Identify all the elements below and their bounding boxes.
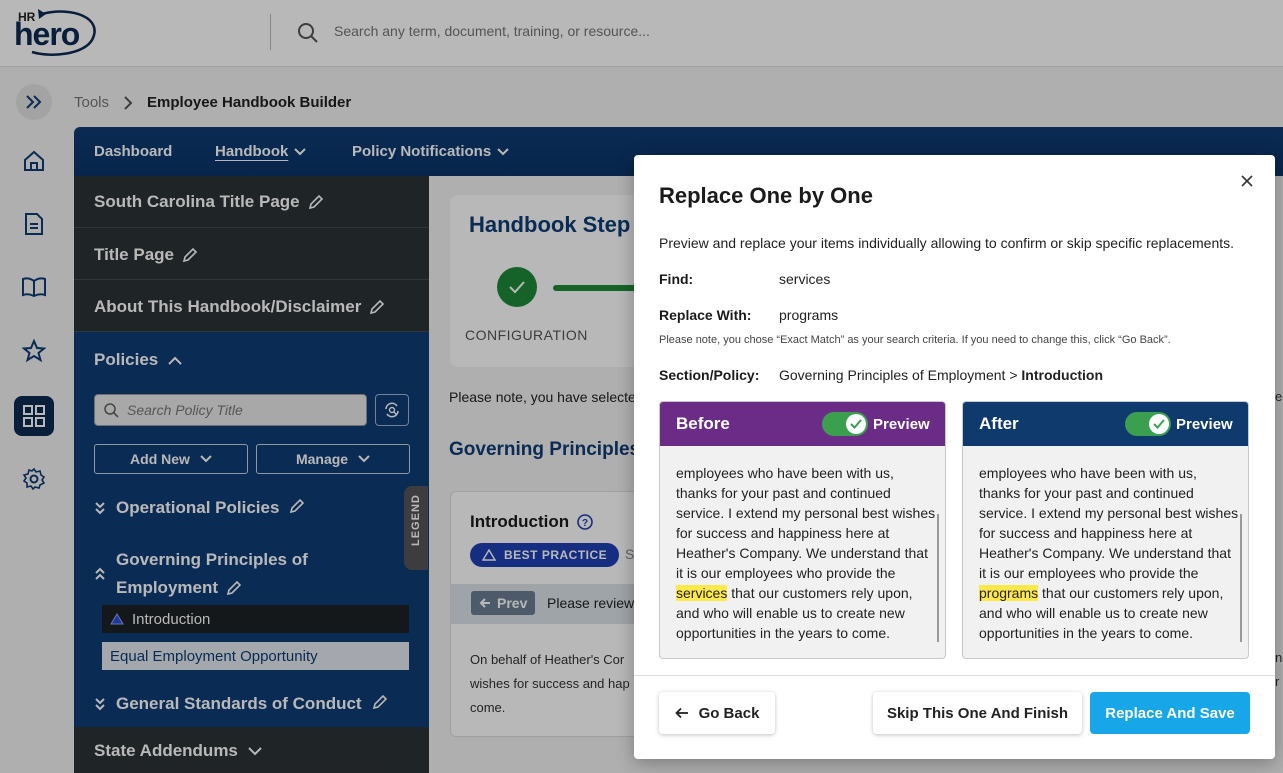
before-text-pre: employees who have been with us, thanks … — [676, 465, 936, 581]
replace-one-by-one-modal: Replace One by One Preview and replace y… — [634, 155, 1275, 759]
find-label: Find: — [659, 271, 694, 287]
before-pane-header: Before Preview — [660, 402, 945, 446]
replace-with-label: Replace With: — [659, 307, 752, 323]
modal-title: Replace One by One — [659, 183, 873, 208]
checkmark-icon — [850, 419, 862, 429]
section-leaf: Introduction — [1021, 367, 1104, 383]
find-value: services — [779, 271, 831, 287]
toggle-knob — [846, 414, 866, 434]
checkmark-icon — [1153, 419, 1165, 429]
replace-with-value: programs — [779, 307, 839, 323]
before-text: employees who have been with us, thanks … — [676, 463, 938, 643]
after-highlight: programs — [979, 585, 1039, 601]
close-button[interactable] — [1237, 171, 1257, 191]
after-text-pre: employees who have been with us, thanks … — [979, 465, 1239, 581]
before-preview-toggle[interactable] — [822, 412, 868, 436]
close-icon — [1241, 175, 1253, 187]
exact-match-note: Please note, you chose “Exact Match” as … — [659, 334, 1171, 346]
modal-description: Preview and replace your items individua… — [659, 235, 1235, 251]
go-back-button[interactable]: Go Back — [659, 692, 775, 734]
after-title: After — [979, 414, 1019, 433]
after-scrollbar[interactable] — [1240, 514, 1242, 642]
before-pane: Before Preview employees who have been w… — [659, 401, 946, 659]
after-preview-label: Preview — [1176, 415, 1233, 433]
skip-and-finish-button[interactable]: Skip This One And Finish — [873, 692, 1082, 734]
go-back-label: Go Back — [698, 704, 760, 722]
section-policy-label: Section/Policy: — [659, 367, 760, 383]
after-pane-header: After Preview — [963, 402, 1248, 446]
after-preview-toggle[interactable] — [1125, 412, 1171, 436]
after-text: employees who have been with us, thanks … — [979, 463, 1241, 643]
before-scrollbar[interactable] — [937, 514, 939, 642]
replace-and-save-button[interactable]: Replace And Save — [1090, 692, 1250, 734]
before-highlight: services — [676, 585, 728, 601]
toggle-knob — [1149, 414, 1169, 434]
section-policy-value: Governing Principles of Employment > Int… — [779, 367, 1103, 383]
section-path: Governing Principles of Employment > — [779, 367, 1022, 383]
before-title: Before — [676, 414, 730, 433]
replace-save-label: Replace And Save — [1105, 704, 1235, 722]
footer-divider — [634, 675, 1275, 676]
after-pane: After Preview employees who have been wi… — [962, 401, 1249, 659]
before-preview-label: Preview — [873, 415, 930, 433]
arrow-left-icon — [674, 707, 688, 719]
skip-label: Skip This One And Finish — [886, 704, 1069, 722]
